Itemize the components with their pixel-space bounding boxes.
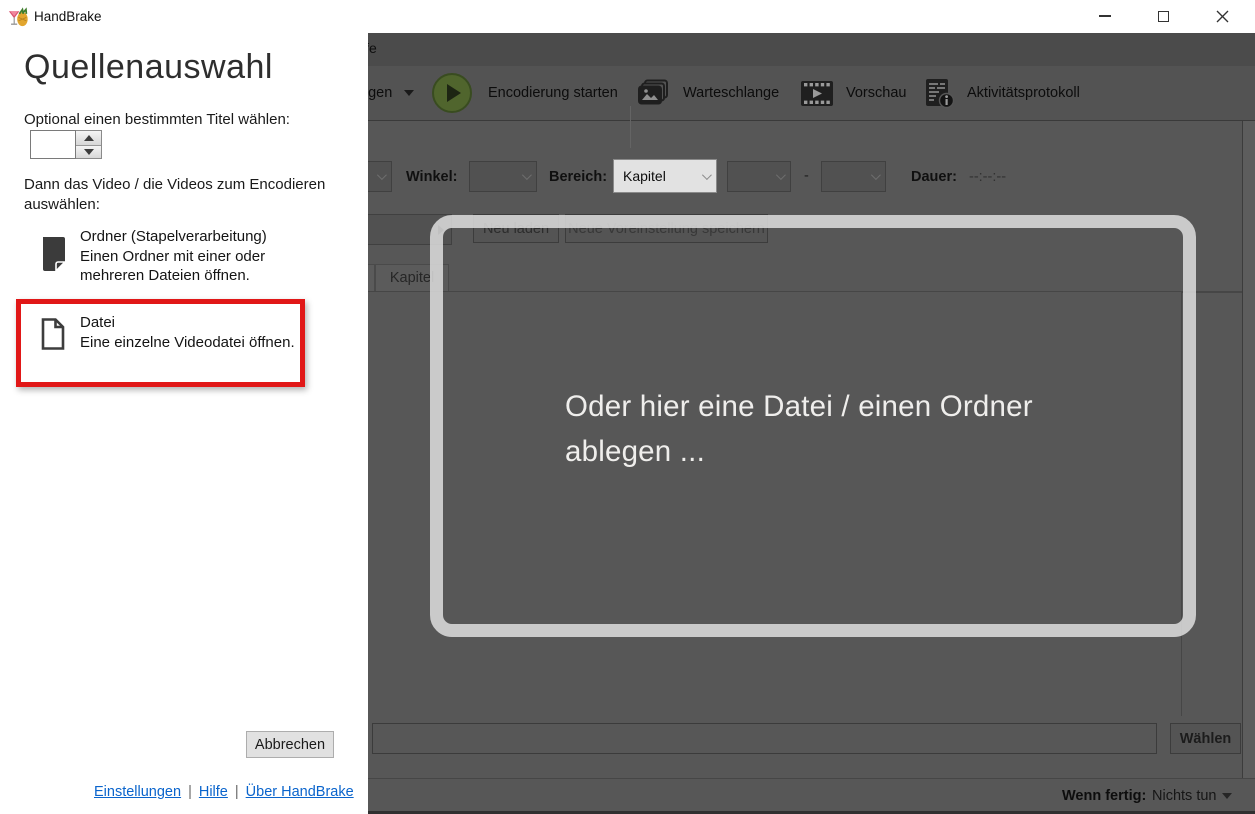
activity-log-button[interactable]: Aktivitätsprotokoll [924, 71, 1080, 115]
minimize-button[interactable] [1085, 3, 1125, 29]
queue-label: Warteschlange [683, 85, 780, 101]
maximize-button[interactable] [1143, 3, 1183, 29]
spinner-down-button[interactable] [76, 144, 101, 158]
page-title: Quellenauswahl [24, 48, 273, 86]
about-link[interactable]: Über HandBrake [246, 784, 354, 800]
range-mode-combo[interactable]: Kapitel [613, 159, 717, 193]
highlight-rectangle [16, 299, 305, 387]
activity-log-icon [926, 78, 955, 108]
toolbar: ügen Encodierung starten Warteschlange [368, 66, 1255, 148]
folder-batch-icon [43, 237, 67, 273]
start-encode-label: Encodierung starten [488, 85, 618, 101]
title-combo-clipped[interactable] [368, 161, 392, 192]
play-circle-icon [432, 73, 472, 113]
link-separator: | [234, 784, 239, 800]
option-folder-description: Einen Ordner mit einer oder mehreren Dat… [80, 248, 266, 284]
link-separator: | [188, 784, 192, 800]
minimize-icon [1099, 15, 1111, 17]
preview-button[interactable]: Vorschau [800, 71, 906, 115]
drop-zone-text: Oder hier eine Datei / einen Ordner able… [565, 390, 1033, 468]
range-separator: - [804, 168, 809, 184]
preview-filmstrip-icon [801, 80, 833, 106]
start-encode-button[interactable]: Encodierung starten [432, 71, 618, 115]
title-number-spinner [76, 130, 102, 159]
angle-label: Winkel: [406, 169, 458, 185]
maximize-icon [1157, 10, 1169, 22]
window-title: HandBrake [34, 9, 102, 24]
title-bar: HandBrake [0, 0, 1255, 33]
main-window-dimmed: lfe ügen Encodierung starten War [368, 33, 1255, 814]
title-number-input[interactable] [30, 130, 76, 159]
queue-button[interactable]: Warteschlange [638, 71, 779, 115]
range-mode-value: Kapitel [623, 168, 666, 184]
choose-destination-button[interactable]: Wählen [1170, 723, 1241, 754]
footer-links: Einstellungen | Hilfe | Über HandBrake [94, 784, 354, 800]
option-folder-label: Ordner (Stapelverarbeitung) [80, 228, 267, 245]
spinner-up-button[interactable] [76, 131, 101, 145]
cancel-button[interactable]: Abbrechen [246, 731, 334, 758]
choose-destination-label: Wählen [1179, 730, 1232, 747]
option-folder-batch[interactable]: Ordner (Stapelverarbeitung) Einen Ordner… [40, 228, 330, 293]
chapter-start-combo[interactable] [727, 161, 791, 192]
instruction-text: Dann das Video / die Videos zum Encodier… [24, 176, 326, 213]
duration-label: Dauer: [911, 169, 957, 185]
add-source-button[interactable]: ügen [368, 71, 415, 115]
cancel-button-label: Abbrechen [254, 736, 326, 753]
chapter-end-combo[interactable] [821, 161, 886, 192]
preview-label: Vorschau [846, 85, 907, 101]
duration-value: --:--:-- [969, 169, 1007, 185]
when-done-label: Wenn fertig: [1062, 788, 1147, 804]
spinner-up-icon [83, 134, 94, 141]
optional-title-label: Optional einen bestimmten Titel wählen: [24, 111, 290, 128]
add-source-label-fragment: ügen [368, 85, 393, 101]
tab-clipped[interactable]: l [368, 264, 375, 291]
queue-stack-icon [638, 79, 668, 104]
spinner-down-icon [83, 148, 94, 155]
toolbar-separator [630, 106, 631, 148]
close-icon [1216, 10, 1228, 22]
preset-panel-scrollbar[interactable] [1242, 121, 1255, 778]
when-done-value: Nichts tun [1152, 788, 1217, 804]
help-link[interactable]: Hilfe [199, 784, 228, 800]
menu-bar: lfe [368, 33, 1255, 66]
destination-path-input[interactable] [372, 723, 1157, 754]
status-bar: Wenn fertig: Nichts tun [368, 778, 1255, 811]
tab-chapters-label: Kapitel [389, 270, 435, 286]
chevron-down-icon [404, 90, 415, 96]
when-done-dropdown[interactable]: Nichts tun [1152, 788, 1233, 804]
activity-log-label: Aktivitätsprotokoll [967, 85, 1080, 101]
close-button[interactable] [1202, 3, 1242, 29]
settings-link[interactable]: Einstellungen [94, 784, 181, 800]
menu-item-help-fragment[interactable]: lfe [368, 40, 377, 56]
range-label: Bereich: [549, 169, 608, 185]
handbrake-logo-icon [8, 7, 28, 27]
angle-combo[interactable] [469, 161, 537, 192]
chevron-down-icon [1222, 793, 1233, 799]
handbrake-app: lfe ügen Encodierung starten War [0, 0, 1255, 814]
source-selection-panel: Quellenauswahl Optional einen bestimmten… [0, 33, 368, 814]
